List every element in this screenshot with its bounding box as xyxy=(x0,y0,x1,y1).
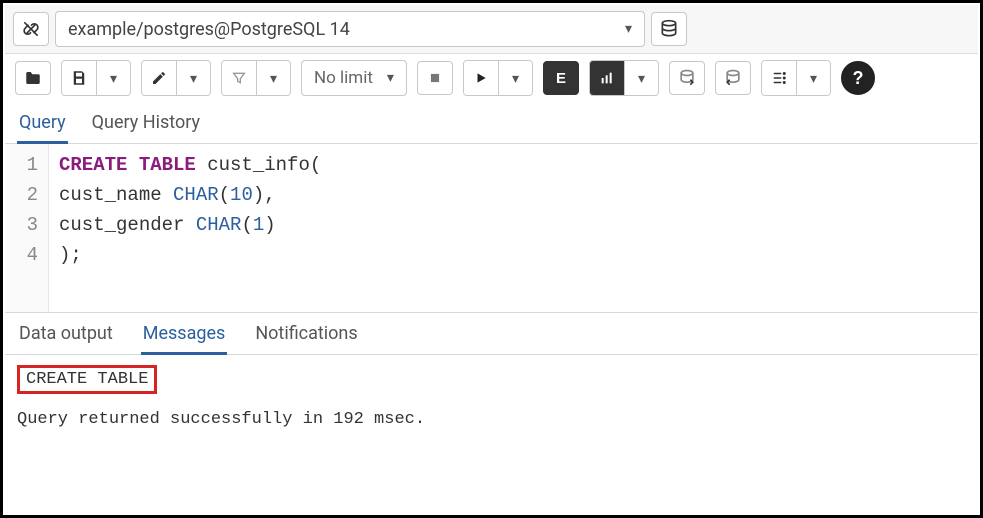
commit-button[interactable] xyxy=(669,61,705,95)
edit-dropdown[interactable]: ▾ xyxy=(176,61,210,95)
help-button[interactable]: ? xyxy=(841,61,875,95)
save-button[interactable] xyxy=(62,61,96,95)
connection-label: example/postgres@PostgreSQL 14 xyxy=(68,19,350,40)
line-gutter: 1 2 3 4 xyxy=(5,144,49,312)
tab-data-output[interactable]: Data output xyxy=(17,317,115,354)
filter-group: ▾ xyxy=(221,60,291,96)
analyze-group: ▾ xyxy=(589,60,659,96)
edit-group: ▾ xyxy=(141,60,211,96)
disconnect-icon[interactable] xyxy=(13,12,49,46)
messages-panel: CREATE TABLE Query returned successfully… xyxy=(5,355,978,439)
connection-bar: example/postgres@PostgreSQL 14 ▾ xyxy=(5,5,978,54)
chevron-down-icon: ▾ xyxy=(625,21,632,37)
stop-button[interactable] xyxy=(417,61,453,95)
filter-button[interactable] xyxy=(222,61,256,95)
limit-select[interactable]: No limit ▾ xyxy=(301,60,407,96)
sql-editor[interactable]: 1 2 3 4 CREATE TABLE cust_info( cust_nam… xyxy=(5,144,978,312)
code-area[interactable]: CREATE TABLE cust_info( cust_name CHAR(1… xyxy=(49,144,331,312)
open-file-button[interactable] xyxy=(15,61,51,95)
caret-down-icon: ▾ xyxy=(387,70,394,86)
macros-button[interactable] xyxy=(762,61,796,95)
run-group: ▾ xyxy=(463,60,533,96)
run-button[interactable] xyxy=(464,61,498,95)
rollback-button[interactable] xyxy=(715,61,751,95)
query-status: Query returned successfully in 192 msec. xyxy=(17,410,966,429)
tab-query[interactable]: Query xyxy=(17,106,68,144)
save-dropdown[interactable]: ▾ xyxy=(96,61,130,95)
toolbar: ▾ ▾ ▾ No limit ▾ ▾ E xyxy=(5,54,978,102)
connection-select[interactable]: example/postgres@PostgreSQL 14 ▾ xyxy=(55,11,645,47)
output-tabs: Data output Messages Notifications xyxy=(5,312,978,355)
filter-dropdown[interactable]: ▾ xyxy=(256,61,290,95)
save-group: ▾ xyxy=(61,60,131,96)
editor-tabs: Query Query History xyxy=(5,102,978,144)
edit-button[interactable] xyxy=(142,61,176,95)
macros-dropdown[interactable]: ▾ xyxy=(796,61,830,95)
limit-label: No limit xyxy=(314,68,373,88)
tab-messages[interactable]: Messages xyxy=(141,317,228,355)
explain-button[interactable]: E xyxy=(543,61,579,95)
run-dropdown[interactable]: ▾ xyxy=(498,61,532,95)
database-icon[interactable] xyxy=(651,12,687,46)
macros-group: ▾ xyxy=(761,60,831,96)
analyze-button[interactable] xyxy=(590,61,624,95)
tab-notifications[interactable]: Notifications xyxy=(253,317,359,354)
result-command: CREATE TABLE xyxy=(17,365,157,394)
tab-query-history[interactable]: Query History xyxy=(90,106,202,143)
analyze-dropdown[interactable]: ▾ xyxy=(624,61,658,95)
